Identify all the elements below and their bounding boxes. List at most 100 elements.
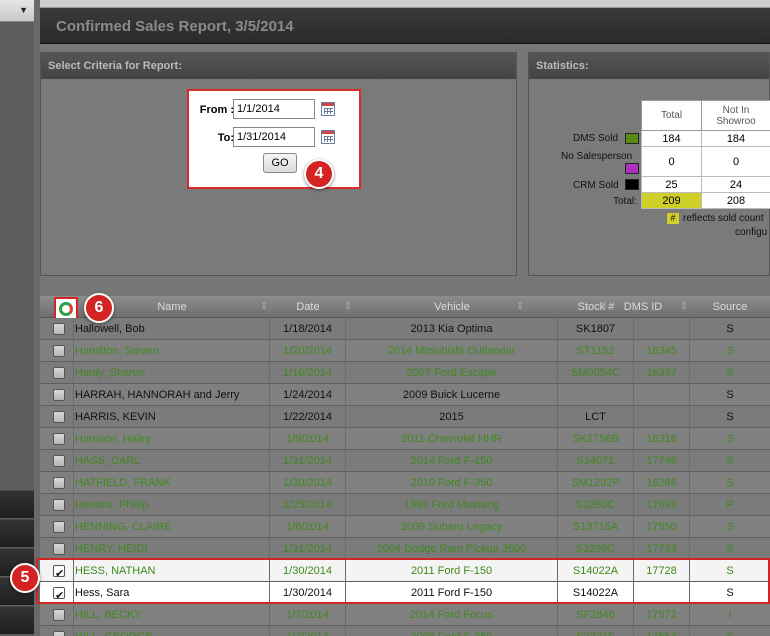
row-checkbox[interactable] xyxy=(53,609,65,621)
row-checkbox[interactable] xyxy=(53,411,65,423)
swatch-no-salesperson xyxy=(625,163,639,174)
grid-header: Name ⇕ Date ⇕ Vehicle ⇕ Stock # ⇕ DMS ID… xyxy=(40,296,770,321)
cell-name: HASS, CARL xyxy=(74,450,270,472)
row-checkbox[interactable] xyxy=(53,433,65,445)
chevron-down-icon: ▼ xyxy=(19,5,28,15)
table-row[interactable]: HARRAH, HANNORAH and Jerry 1/24/2014 2009 … xyxy=(40,384,770,406)
cell-stock: SK1756B xyxy=(558,428,634,450)
checkbox-cell xyxy=(40,384,74,406)
table-row[interactable]: HENRY, HEIDI 1/31/2014 2004 Dodge Ram Pick… xyxy=(40,538,770,560)
cell-stock xyxy=(558,384,634,406)
checkbox-cell xyxy=(40,318,74,340)
row-checkbox[interactable] xyxy=(53,585,65,604)
sidebar-button-2[interactable] xyxy=(0,519,34,547)
row-checkbox[interactable] xyxy=(53,477,65,489)
cell-name: HARRAH, HANNORAH and Jerry xyxy=(74,384,270,406)
sidebar-button-1[interactable] xyxy=(0,490,34,518)
refresh-icon xyxy=(59,302,73,316)
table-row[interactable]: Hallowell, Bob 1/18/2014 2013 Kia Optima SK… xyxy=(40,318,770,340)
stat-label-total: Total: xyxy=(613,196,637,207)
table-row[interactable]: HENNING, CLAIRE 1/6/2014 2009 Subaru Legac… xyxy=(40,516,770,538)
sort-icon[interactable]: ⇕ xyxy=(516,301,524,313)
cell-dms-id xyxy=(634,582,690,604)
row-checkbox[interactable] xyxy=(53,543,65,555)
row-checkbox[interactable] xyxy=(53,323,65,335)
sidebar-dropdown[interactable]: ▼ xyxy=(0,0,34,22)
from-row: From : xyxy=(189,99,359,121)
cell-source: I xyxy=(728,609,732,621)
col-header-dms-id[interactable]: DMS ID xyxy=(604,296,682,318)
calendar-icon[interactable] xyxy=(321,130,335,144)
table-row[interactable]: HILL, GEORGE1/7/20142008 Ford F-250S2221… xyxy=(40,626,770,636)
table-row[interactable]: HESS, NATHAN1/30/20142011 Ford F-150S140… xyxy=(40,560,770,582)
row-checkbox[interactable] xyxy=(53,389,65,401)
cell-stock: S14071 xyxy=(558,450,634,472)
col-header-date[interactable]: Date xyxy=(270,296,346,318)
cell-date: 1/20/2014 xyxy=(270,340,346,362)
cell-date: 1/6/2014 xyxy=(270,516,346,538)
row-checkbox[interactable] xyxy=(53,521,65,533)
stat-sum-total: 209 xyxy=(641,192,702,209)
from-date-input[interactable] xyxy=(233,99,315,119)
row-checkbox[interactable] xyxy=(53,367,65,379)
cell-stock: S13715A xyxy=(558,516,634,538)
row-checkbox[interactable] xyxy=(53,345,65,357)
table-row[interactable]: HARRIS, KEVIN 1/22/2014 2015 LCT S xyxy=(40,406,770,428)
cell-vehicle: 2010 Ford F-350 xyxy=(346,472,558,494)
to-date-input[interactable] xyxy=(233,127,315,147)
checkbox-cell xyxy=(40,472,74,494)
sort-icon[interactable]: ⇕ xyxy=(680,301,688,313)
checkbox-cell xyxy=(40,604,74,626)
calendar-icon[interactable] xyxy=(321,102,335,116)
cell-name: HATFIELD, FRANK xyxy=(74,472,270,494)
col-header-source[interactable]: Source xyxy=(690,296,770,318)
cell-vehicle: 2011 Chevrolet HHR xyxy=(346,428,558,450)
cell-vehicle: 2014 Ford F-150 xyxy=(346,450,558,472)
cell-dms-id xyxy=(634,384,690,406)
stat-label-crm-sold: CRM Sold xyxy=(573,180,619,191)
sort-icon[interactable]: ⇕ xyxy=(260,301,268,313)
from-label: From : xyxy=(199,104,234,116)
row-checkbox[interactable] xyxy=(53,499,65,511)
cell-vehicle: 2008 Ford F-250 xyxy=(346,626,558,636)
sales-grid: Name ⇕ Date ⇕ Vehicle ⇕ Stock # ⇕ DMS ID… xyxy=(40,296,770,636)
stat-label-no-salesperson: No Salesperson xyxy=(561,151,633,162)
sidebar-button-5[interactable] xyxy=(0,606,34,634)
row-checkbox[interactable] xyxy=(53,563,65,582)
cell-source: S xyxy=(726,455,734,467)
cell-date: 1/7/2014 xyxy=(270,604,346,626)
cell-dms-id: 16345 xyxy=(634,340,690,362)
table-row[interactable]: Harrison, Haley 1/9/2014 2011 Chevrolet HH… xyxy=(40,428,770,450)
col-header-vehicle[interactable]: Vehicle xyxy=(346,296,558,318)
cell-dms-id: 17554 xyxy=(634,626,690,636)
table-row[interactable]: Hardy, Sharon 1/16/2014 2007 Ford Escape SM… xyxy=(40,362,770,384)
checkbox-cell xyxy=(40,538,74,560)
title-bar: Confirmed Sales Report, 3/5/2014 xyxy=(40,8,770,44)
step-badge-6: 6 xyxy=(84,293,114,323)
checkbox-cell xyxy=(40,406,74,428)
table-row[interactable]: Hamilton, Steven 1/20/2014 2014 Mitsubishi… xyxy=(40,340,770,362)
note-text: reflects sold count xyxy=(683,213,764,224)
cell-name: Hess, Sara xyxy=(74,582,270,604)
row-checkbox[interactable] xyxy=(53,455,65,467)
criteria-panel: Select Criteria for Report: From : To: G… xyxy=(40,52,517,276)
table-row[interactable]: HATFIELD, FRANK 1/30/2014 2010 Ford F-350 S… xyxy=(40,472,770,494)
cell-source: S xyxy=(726,345,734,357)
cell-stock: S3280C xyxy=(558,494,634,516)
checkbox-cell xyxy=(40,626,74,636)
go-button[interactable]: GO xyxy=(263,153,297,173)
stats-note-2: configu xyxy=(735,227,768,238)
cell-vehicle: 2015 xyxy=(346,406,558,428)
cell-date: 1/31/2014 xyxy=(270,450,346,472)
cell-name: Hendrix, Phillip xyxy=(74,494,270,516)
cell-date: 1/22/2014 xyxy=(270,406,346,428)
cell-vehicle: 2009 Subaru Legacy xyxy=(346,516,558,538)
table-row[interactable]: HILL, BECKY 1/7/2014 2014 Ford Focus SF2846… xyxy=(40,604,770,626)
table-row[interactable]: Hess, Sara1/30/20142011 Ford F-150S14022… xyxy=(40,582,770,604)
cell-dms-id: 17692 xyxy=(634,494,690,516)
row-checkbox[interactable] xyxy=(53,631,65,636)
table-row[interactable]: HASS, CARL 1/31/2014 2014 Ford F-150 S14071… xyxy=(40,450,770,472)
cell-stock: ST1152 xyxy=(558,340,634,362)
table-row[interactable]: Hendrix, Phillip 1/25/2014 1999 Ford Musta… xyxy=(40,494,770,516)
cell-dms-id: 16286 xyxy=(634,472,690,494)
